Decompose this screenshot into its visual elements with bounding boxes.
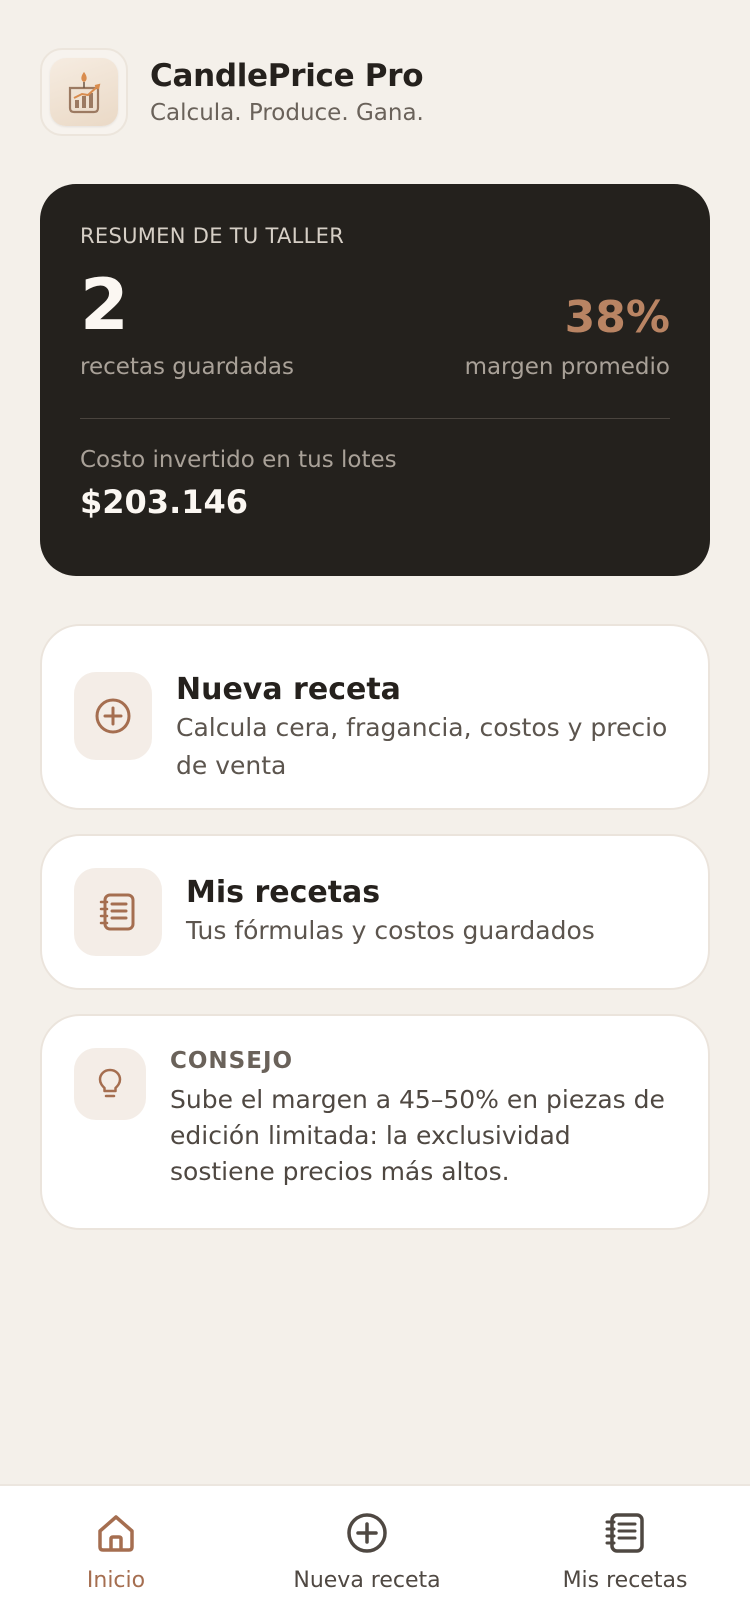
- candle-chart-icon: [50, 58, 118, 126]
- tab-new-recipe[interactable]: Nueva receta: [267, 1512, 467, 1593]
- invested-cost-label: Costo invertido en tus lotes: [80, 447, 397, 473]
- new-recipe-card[interactable]: Nueva receta Calcula cera, fragancia, co…: [40, 624, 710, 810]
- app-logo: [40, 48, 128, 136]
- tab-my-recipes-label: Mis recetas: [562, 1568, 688, 1593]
- tab-new-recipe-label: Nueva receta: [293, 1568, 441, 1593]
- my-recipes-description: Tus fórmulas y costos guardados: [186, 915, 595, 945]
- invested-cost-value: $203.146: [80, 483, 249, 521]
- plus-circle-icon: [74, 672, 152, 760]
- summary-divider: [80, 418, 670, 419]
- tab-my-recipes[interactable]: Mis recetas: [525, 1512, 725, 1593]
- bottom-tab-bar: Inicio Nueva receta Mis recetas: [0, 1484, 750, 1624]
- home-icon: [95, 1512, 137, 1558]
- my-recipes-card[interactable]: Mis recetas Tus fórmulas y costos guarda…: [40, 834, 710, 990]
- app-title: CandlePrice Pro: [150, 58, 424, 94]
- tip-text: Sube el margen a 45–50% en piezas de edi…: [170, 1085, 665, 1186]
- average-margin-value: 38%: [564, 292, 670, 343]
- recipes-count-label: recetas guardadas: [80, 354, 294, 380]
- recipes-count: 2: [80, 264, 129, 346]
- tab-home[interactable]: Inicio: [16, 1512, 216, 1593]
- tab-home-label: Inicio: [86, 1568, 146, 1593]
- new-recipe-description: Calcula cera, fragancia, costos y precio…: [176, 713, 668, 780]
- workshop-summary-card: RESUMEN DE TU TALLER 2 38% recetas guard…: [40, 184, 710, 576]
- app-subtitle: Calcula. Produce. Gana.: [150, 100, 424, 126]
- summary-label: RESUMEN DE TU TALLER: [80, 224, 345, 248]
- average-margin-label: margen promedio: [464, 354, 670, 380]
- app-header: CandlePrice Pro Calcula. Produce. Gana.: [40, 48, 424, 136]
- notebook-icon: [604, 1512, 646, 1558]
- plus-circle-icon: [346, 1512, 388, 1558]
- tip-card: CONSEJO Sube el margen a 45–50% en pieza…: [40, 1014, 710, 1230]
- my-recipes-title: Mis recetas: [186, 874, 381, 910]
- lightbulb-icon: [74, 1048, 146, 1120]
- tip-label: CONSEJO: [170, 1048, 294, 1074]
- notebook-icon: [74, 868, 162, 956]
- new-recipe-title: Nueva receta: [176, 672, 401, 707]
